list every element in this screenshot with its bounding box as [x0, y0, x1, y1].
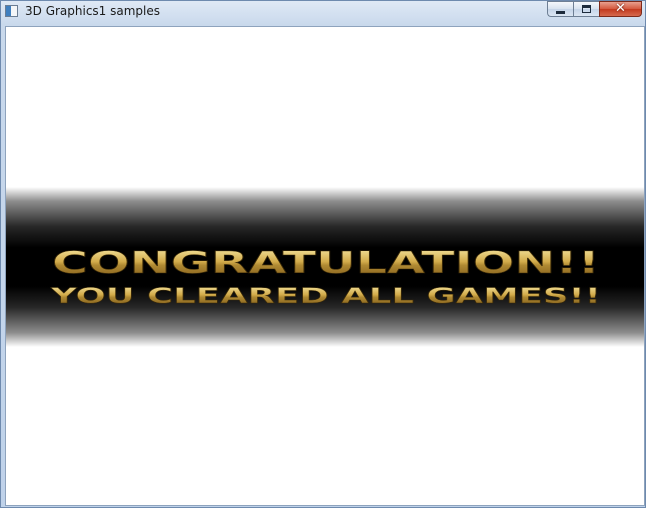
congratulation-message: CONGRATULATION!! YOU CLEARED ALL GAMES!! — [49, 246, 601, 309]
minimize-button[interactable] — [547, 1, 573, 17]
close-button[interactable]: ✕ — [599, 1, 642, 17]
app-window: 3D Graphics1 samples ✕ CONGRATULATION!! … — [0, 0, 646, 508]
maximize-icon — [582, 5, 591, 13]
window-controls: ✕ — [547, 1, 642, 19]
close-icon: ✕ — [615, 1, 626, 16]
title-bar[interactable]: 3D Graphics1 samples ✕ — [1, 1, 645, 23]
window-title: 3D Graphics1 samples — [25, 4, 161, 18]
app-window-icon[interactable] — [5, 5, 18, 17]
minimize-icon — [556, 10, 565, 14]
subline-text: YOU CLEARED ALL GAMES!! — [49, 284, 601, 308]
maximize-button[interactable] — [573, 1, 599, 17]
game-viewport[interactable]: CONGRATULATION!! YOU CLEARED ALL GAMES!! — [5, 26, 645, 506]
headline-text: CONGRATULATION!! — [52, 246, 600, 281]
